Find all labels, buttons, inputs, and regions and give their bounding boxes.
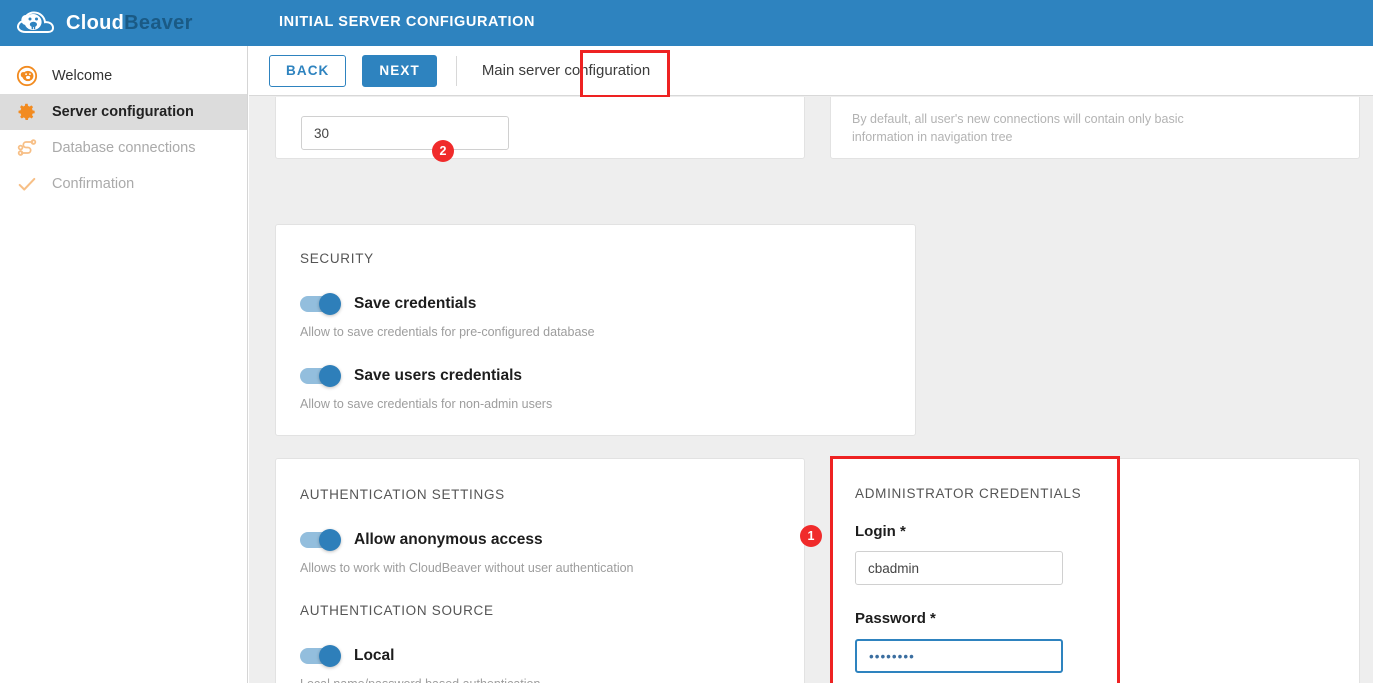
sidebar-item-welcome[interactable]: Welcome: [0, 58, 247, 94]
card-authentication-settings: AUTHENTICATION SETTINGS Allow anonymous …: [275, 458, 805, 683]
sidebar-item-label: Database connections: [52, 141, 196, 156]
local-auth-helper-text: Local name/password based authentication: [300, 675, 540, 683]
administrator-credentials-title: ADMINISTRATOR CREDENTIALS: [855, 486, 1081, 501]
save-users-credentials-toggle[interactable]: [300, 368, 340, 384]
toggle-row-save-users-credentials[interactable]: Save users credentials: [300, 367, 522, 385]
toggle-row-local-auth[interactable]: Local: [300, 647, 394, 665]
authentication-source-title: AUTHENTICATION SOURCE: [300, 603, 494, 618]
card-administrator-credentials: ADMINISTRATOR CREDENTIALS Login * Passwo…: [830, 458, 1360, 683]
login-field-label: Login *: [855, 523, 906, 540]
toggle-knob: [319, 529, 341, 551]
password-field-label: Password *: [855, 610, 936, 627]
next-button[interactable]: NEXT: [362, 55, 436, 87]
toggle-knob: [319, 293, 341, 315]
back-button[interactable]: BACK: [269, 55, 346, 87]
section-heading: Main server configuration: [482, 62, 650, 79]
toggle-label: Allow anonymous access: [354, 531, 543, 549]
connections-icon: [16, 137, 38, 159]
save-credentials-helper-text: Allow to save credentials for pre-config…: [300, 323, 595, 341]
gear-icon: [16, 101, 38, 123]
configuration-scroll-pane[interactable]: By default, all user's new connections w…: [249, 97, 1373, 683]
wizard-sidebar: Welcome Server configuration Database co…: [0, 46, 248, 683]
local-auth-toggle[interactable]: [300, 648, 340, 664]
cloudbeaver-initial-configuration-page: CloudBeaver INITIAL SERVER CONFIGURATION…: [0, 0, 1373, 683]
toolbar-divider: [456, 56, 457, 86]
logo-text-cloud: Cloud: [66, 12, 124, 34]
security-section-title: SECURITY: [300, 251, 374, 266]
step-marker-2: 2: [432, 140, 454, 162]
sidebar-item-database-connections[interactable]: Database connections: [0, 130, 247, 166]
toggle-knob: [319, 645, 341, 667]
password-input[interactable]: [855, 639, 1063, 673]
logo-text-beaver: Beaver: [124, 12, 193, 34]
login-input[interactable]: [855, 551, 1063, 585]
sidebar-item-label: Confirmation: [52, 177, 134, 192]
toggle-label: Local: [354, 647, 394, 665]
app-logo[interactable]: CloudBeaver: [16, 0, 193, 46]
card-security: SECURITY Save credentials Allow to save …: [275, 224, 916, 436]
sidebar-item-confirmation[interactable]: Confirmation: [0, 166, 247, 202]
save-credentials-toggle[interactable]: [300, 296, 340, 312]
beaver-face-icon: [16, 65, 38, 87]
page-title: INITIAL SERVER CONFIGURATION: [279, 14, 535, 30]
toggle-row-allow-anonymous-access[interactable]: Allow anonymous access: [300, 531, 543, 549]
card-navigation-tree: By default, all user's new connections w…: [830, 97, 1360, 159]
card-server-sessions: [275, 97, 805, 159]
sidebar-item-label: Server configuration: [52, 105, 194, 120]
content-area: BACK NEXT Main server configuration By d…: [249, 46, 1373, 683]
sidebar-item-label: Welcome: [52, 69, 112, 84]
toggle-label: Save credentials: [354, 295, 476, 313]
allow-anonymous-access-helper-text: Allows to work with CloudBeaver without …: [300, 559, 634, 577]
check-icon: [16, 173, 38, 195]
sidebar-item-server-configuration[interactable]: Server configuration: [0, 94, 247, 130]
wizard-toolbar: BACK NEXT Main server configuration: [249, 46, 1373, 96]
toggle-row-save-credentials[interactable]: Save credentials: [300, 295, 476, 313]
save-users-credentials-helper-text: Allow to save credentials for non-admin …: [300, 395, 552, 413]
toggle-knob: [319, 365, 341, 387]
toggle-label: Save users credentials: [354, 367, 522, 385]
session-timeout-input[interactable]: [301, 116, 509, 150]
top-header-bar: CloudBeaver INITIAL SERVER CONFIGURATION: [0, 0, 1373, 46]
step-marker-1: 1: [800, 525, 822, 547]
allow-anonymous-access-toggle[interactable]: [300, 532, 340, 548]
beaver-cloud-logo-icon: [16, 8, 58, 38]
navigation-tree-helper-text: By default, all user's new connections w…: [852, 110, 1232, 146]
app-logo-text: CloudBeaver: [66, 13, 193, 33]
authentication-settings-title: AUTHENTICATION SETTINGS: [300, 487, 505, 502]
